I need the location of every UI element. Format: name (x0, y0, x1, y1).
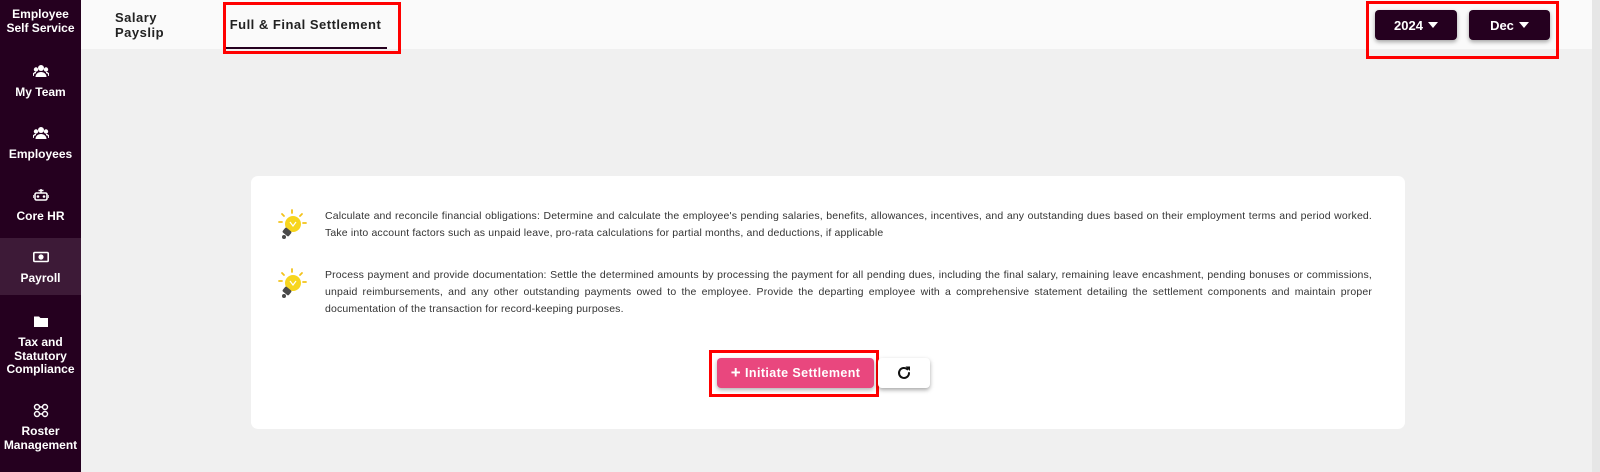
sidebar-item-label: Core HR (16, 209, 65, 223)
top-bar: Salary Payslip Full & Final Settlement 2… (81, 0, 1600, 59)
employees-icon (32, 125, 50, 141)
month-dropdown[interactable]: Dec (1469, 10, 1550, 40)
tab-full-final-settlement[interactable]: Full & Final Settlement (224, 0, 387, 49)
tip-payment: Process payment and provide documentatio… (275, 267, 1372, 318)
tab-label: Salary Payslip (115, 9, 165, 40)
roster-icon (32, 402, 50, 418)
lightbulb-icon (278, 268, 307, 298)
core-hr-icon (32, 187, 50, 203)
chevron-down-icon (1427, 22, 1438, 28)
initiate-settlement-button[interactable]: + Initiate Settlement (717, 358, 874, 388)
sidebar-item-my-team[interactable]: My Team (0, 63, 81, 109)
sidebar-item-label: Tax and Statutory Compliance (6, 335, 75, 376)
tip-text: Calculate and reconcile financial obliga… (325, 210, 1372, 239)
sidebar-item-payroll[interactable]: Payroll (0, 238, 81, 295)
plus-icon: + (730, 363, 742, 382)
chevron-down-icon (1518, 22, 1529, 28)
sidebar: Employee Self Service My Team Employees … (0, 0, 81, 472)
month-value: Dec (1490, 17, 1514, 33)
tip-calculate: Calculate and reconcile financial obliga… (275, 208, 1372, 242)
team-icon (32, 63, 50, 79)
refresh-button[interactable] (878, 358, 930, 388)
settlement-card: Calculate and reconcile financial obliga… (251, 176, 1405, 429)
sidebar-item-employee-self-service[interactable]: Employee Self Service (0, 2, 81, 52)
year-dropdown[interactable]: 2024 (1375, 10, 1457, 40)
initiate-settlement-label: Initiate Settlement (745, 366, 861, 380)
sidebar-item-label: Payroll (20, 271, 61, 285)
sidebar-item-label: Employee Self Service (6, 7, 75, 35)
tab-label: Full & Final Settlement (229, 17, 382, 32)
sidebar-item-roster-management[interactable]: Roster Management (0, 402, 81, 452)
sidebar-item-label: Employees (8, 147, 73, 161)
refresh-icon (898, 366, 910, 379)
money-icon (32, 249, 50, 265)
sidebar-item-core-hr[interactable]: Core HR (0, 187, 81, 233)
year-value: 2024 (1394, 17, 1423, 33)
sidebar-item-employees[interactable]: Employees (0, 125, 81, 171)
folder-icon (32, 313, 50, 329)
lightbulb-icon (278, 209, 307, 239)
main-content: Salary Payslip Full & Final Settlement 2… (81, 0, 1600, 472)
scrollbar[interactable] (1592, 0, 1600, 472)
sidebar-item-label: My Team (15, 85, 66, 99)
tip-text: Process payment and provide documentatio… (325, 269, 1372, 315)
tab-salary-payslip[interactable]: Salary Payslip (115, 0, 209, 49)
sidebar-item-label: Roster Management (3, 424, 78, 452)
sidebar-item-tax-compliance[interactable]: Tax and Statutory Compliance (0, 313, 81, 379)
